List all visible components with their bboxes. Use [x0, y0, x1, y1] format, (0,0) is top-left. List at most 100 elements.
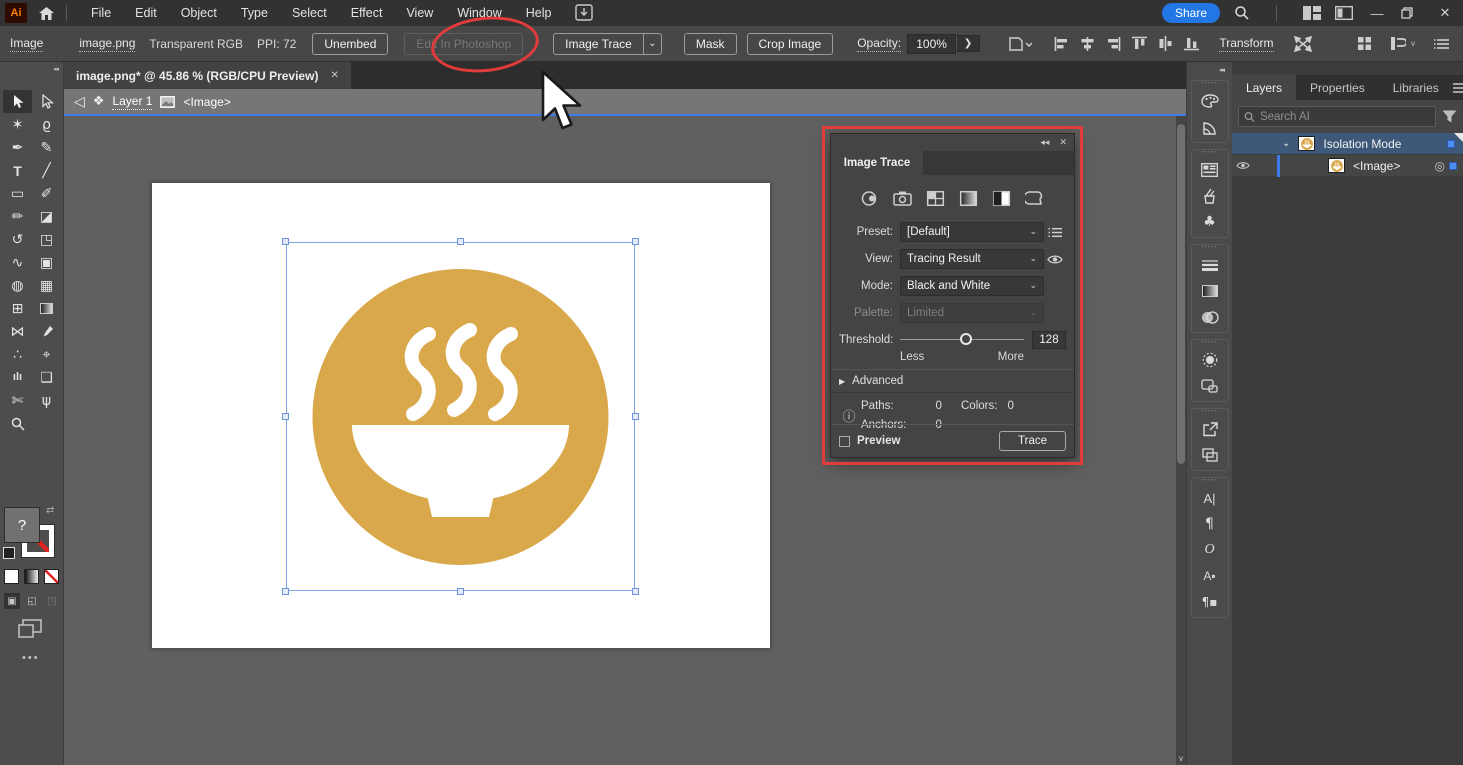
- eraser-tool[interactable]: ◪: [32, 205, 61, 228]
- pen-tool[interactable]: ✒: [3, 136, 32, 159]
- symbol-sprayer-tool[interactable]: ⌖: [32, 343, 61, 366]
- toolbar-collapse-icon[interactable]: ◂◂: [53, 65, 59, 73]
- opacity-value-field[interactable]: 100%: [907, 33, 956, 54]
- image-trace-button[interactable]: Image Trace: [553, 32, 644, 55]
- menu-object[interactable]: Object: [181, 6, 217, 20]
- column-graph-tool[interactable]: ılı: [3, 366, 32, 389]
- layer-name[interactable]: Isolation Mode: [1323, 137, 1401, 151]
- slice-tool[interactable]: ✄: [3, 389, 32, 412]
- shape-builder-tool[interactable]: ◍: [3, 274, 32, 297]
- draw-behind-mode[interactable]: ◱: [24, 593, 40, 609]
- type-tool[interactable]: T: [3, 159, 32, 182]
- align-right-icon[interactable]: [1106, 36, 1121, 51]
- mesh-tool[interactable]: ⊞: [3, 297, 32, 320]
- stroke-panel-icon[interactable]: [1192, 252, 1228, 278]
- menu-help[interactable]: Help: [526, 6, 552, 20]
- workspace-grid-icon[interactable]: [1357, 36, 1372, 51]
- vertical-scrollbar[interactable]: ∨: [1176, 116, 1186, 765]
- menu-type[interactable]: Type: [241, 6, 268, 20]
- layer-expand-chevron-icon[interactable]: ⌄: [1282, 138, 1290, 149]
- document-layout-icon[interactable]: [1335, 6, 1353, 20]
- layer-name[interactable]: <Image>: [1353, 159, 1400, 173]
- zoom-tool[interactable]: [3, 412, 32, 435]
- image-trace-dropdown-chevron-icon[interactable]: ⌄: [643, 32, 662, 55]
- search-input[interactable]: [1259, 110, 1430, 123]
- scrollbar-thumb[interactable]: [1177, 124, 1185, 464]
- scrollbar-down-arrow[interactable]: ∨: [1176, 754, 1186, 763]
- brushes-panel-icon[interactable]: [1192, 183, 1228, 209]
- curvature-tool[interactable]: ✎: [32, 136, 61, 159]
- properties-panel-icon[interactable]: [1192, 157, 1228, 183]
- scale-tool[interactable]: ◳: [32, 228, 61, 251]
- selection-handle-sw[interactable]: [282, 588, 289, 595]
- align-top-icon[interactable]: [1132, 36, 1148, 51]
- menu-edit[interactable]: Edit: [135, 6, 157, 20]
- layers-search-field[interactable]: [1238, 106, 1436, 127]
- direct-selection-tool[interactable]: [32, 90, 61, 113]
- tab-properties[interactable]: Properties: [1296, 75, 1379, 100]
- visibility-eye-icon[interactable]: [1232, 161, 1254, 170]
- opentype-panel-icon[interactable]: O: [1192, 537, 1228, 563]
- color-guide-panel-icon[interactable]: [1192, 114, 1228, 140]
- character-styles-panel-icon[interactable]: A▪: [1192, 563, 1228, 589]
- free-transform-icon[interactable]: [1293, 35, 1312, 52]
- opacity-arrow-button[interactable]: ❯: [955, 35, 981, 52]
- character-panel-icon[interactable]: A|: [1192, 485, 1228, 511]
- exit-isolation-back-icon[interactable]: ◁: [74, 94, 85, 110]
- paragraph-panel-icon[interactable]: ¶: [1192, 511, 1228, 537]
- selection-handle-s[interactable]: [457, 588, 464, 595]
- hand-tool[interactable]: ψ: [32, 389, 61, 412]
- opacity-label[interactable]: Opacity:: [857, 36, 902, 52]
- artboards-panel-icon[interactable]: [1192, 442, 1228, 468]
- layer-thumbnail[interactable]: [1328, 158, 1345, 173]
- close-button[interactable]: ✕: [1435, 6, 1455, 21]
- panel-menu-icon[interactable]: [1434, 38, 1449, 50]
- search-icon[interactable]: [1234, 5, 1250, 21]
- symbols-panel-icon[interactable]: ♣: [1192, 209, 1228, 235]
- selection-handle-n[interactable]: [457, 238, 464, 245]
- filename-link[interactable]: image.png: [79, 36, 136, 52]
- free-transform-tool[interactable]: ▣: [32, 251, 61, 274]
- document-setup-icon[interactable]: [1008, 36, 1033, 52]
- minimize-button[interactable]: —: [1367, 6, 1387, 21]
- align-bottom-icon[interactable]: [1184, 36, 1200, 51]
- selection-handle-w[interactable]: [282, 413, 289, 420]
- align-center-horizontal-icon[interactable]: [1080, 36, 1095, 51]
- arrange-documents-icon[interactable]: [1303, 6, 1321, 20]
- menu-file[interactable]: File: [91, 6, 111, 20]
- transparency-panel-icon[interactable]: [1192, 304, 1228, 330]
- swap-fill-stroke-icon[interactable]: ⇄: [46, 505, 54, 516]
- selection-handle-e[interactable]: [632, 413, 639, 420]
- layer-row-image[interactable]: <Image> ◎: [1232, 155, 1463, 177]
- unembed-button[interactable]: Unembed: [312, 32, 389, 55]
- graphic-styles-panel-icon[interactable]: [1192, 373, 1228, 399]
- selected-image[interactable]: [282, 238, 639, 595]
- crop-image-button[interactable]: Crop Image: [746, 32, 834, 55]
- restore-button[interactable]: [1401, 7, 1421, 19]
- home-icon[interactable]: [39, 6, 54, 20]
- rectangle-tool[interactable]: ▭: [3, 182, 32, 205]
- layer-row-isolation-mode[interactable]: ⌄ Isolation Mode: [1232, 133, 1463, 155]
- share-button[interactable]: Share: [1161, 3, 1220, 23]
- magic-wand-tool[interactable]: ✶: [3, 113, 32, 136]
- workspace-switcher-icon[interactable]: ∨: [1390, 36, 1416, 51]
- context-label[interactable]: Image: [10, 36, 44, 52]
- perspective-grid-tool[interactable]: ▦: [32, 274, 61, 297]
- filter-icon[interactable]: [1442, 110, 1457, 123]
- gradient-tool[interactable]: [32, 297, 61, 320]
- mask-button[interactable]: Mask: [683, 32, 737, 55]
- color-panel-icon[interactable]: [1192, 88, 1228, 114]
- more-tools-icon[interactable]: •••: [22, 652, 40, 664]
- lasso-tool[interactable]: ϱ: [32, 113, 61, 136]
- selection-handle-ne[interactable]: [632, 238, 639, 245]
- line-segment-tool[interactable]: ╱: [32, 159, 61, 182]
- export-panel-icon[interactable]: [1192, 416, 1228, 442]
- layer-thumbnail[interactable]: [1298, 136, 1316, 151]
- appearance-panel-icon[interactable]: [1192, 347, 1228, 373]
- gradient-button[interactable]: [24, 569, 39, 584]
- symbolism-tools[interactable]: ∴: [3, 343, 32, 366]
- paintbrush-tool[interactable]: ✐: [32, 182, 61, 205]
- selection-tool[interactable]: [3, 90, 32, 113]
- touch-workspace-icon[interactable]: [574, 4, 594, 22]
- align-left-icon[interactable]: [1054, 36, 1069, 51]
